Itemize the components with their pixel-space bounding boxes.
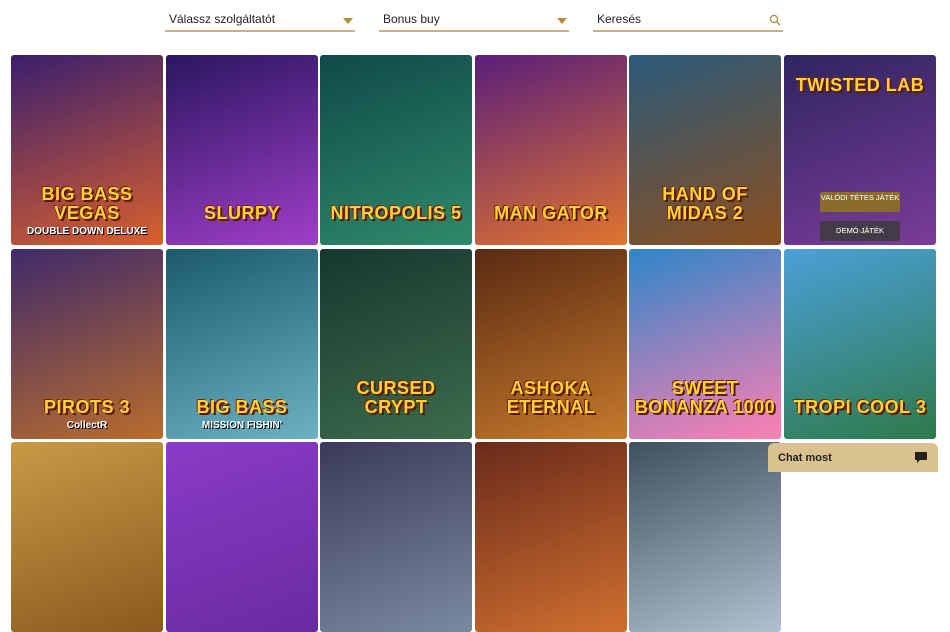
game-tile[interactable]	[11, 442, 163, 632]
game-title: CURSED CRYPT	[356, 378, 436, 418]
game-tile[interactable]: NITROPOLIS 5	[320, 55, 472, 245]
search-placeholder: Keresés	[597, 12, 642, 26]
game-subtitle: DOUBLE DOWN DELUXE	[27, 226, 147, 237]
chat-button[interactable]: Chat most	[768, 443, 938, 472]
game-title: SLURPY	[203, 203, 280, 224]
game-tile[interactable]	[629, 442, 781, 632]
game-title: PIROTS 3	[43, 397, 131, 418]
game-tile[interactable]: BIG BASS MISSION FISHIN'	[166, 249, 318, 439]
game-tile[interactable]	[320, 442, 472, 632]
game-tile[interactable]: TWISTED LABRotoGridVALÓDI TÉTES JÁTÉKDEM…	[784, 55, 936, 245]
chevron-down-icon	[557, 18, 567, 24]
category-select[interactable]: Bonus buy	[379, 8, 569, 32]
game-subtitle: MISSION FISHIN'	[201, 420, 283, 431]
game-title: HAND OF MIDAS 2	[662, 184, 748, 224]
game-title: MAN GATOR	[494, 203, 608, 224]
game-title: BIG BASS VEGAS	[41, 184, 133, 224]
game-tile[interactable]: MAN GATOR	[475, 55, 627, 245]
game-title: SWEET BONANZA 1000	[634, 378, 776, 418]
provider-select-label: Válassz szolgáltatót	[169, 12, 276, 26]
game-tile[interactable]	[166, 442, 318, 632]
game-subtitle: CollectR	[66, 420, 108, 431]
game-tile[interactable]: SWEET BONANZA 1000	[629, 249, 781, 439]
chevron-down-icon	[343, 18, 353, 24]
game-title: TROPI COOL 3	[793, 397, 927, 418]
filter-bar: Válassz szolgáltatót Bonus buy Keresés	[0, 8, 950, 38]
game-title: TWISTED LAB	[795, 75, 925, 96]
search-icon	[769, 14, 781, 26]
game-tile[interactable]: TROPI COOL 3	[784, 249, 936, 439]
play-real-button[interactable]: VALÓDI TÉTES JÁTÉK	[820, 192, 900, 212]
game-tile[interactable]: HAND OF MIDAS 2	[629, 55, 781, 245]
game-tile[interactable]: ASHOKA ETERNAL	[475, 249, 627, 439]
game-tile[interactable]	[475, 442, 627, 632]
chat-bubble-icon	[915, 452, 927, 463]
play-demo-button[interactable]: DEMÓ JÁTÉK	[820, 221, 900, 241]
game-tile[interactable]: SLURPY	[166, 55, 318, 245]
game-title: ASHOKA ETERNAL	[506, 378, 596, 418]
category-select-label: Bonus buy	[383, 12, 440, 26]
search-input[interactable]: Keresés	[593, 8, 783, 32]
game-tile[interactable]: PIROTS 3 CollectR	[11, 249, 163, 439]
game-tile[interactable]: CURSED CRYPT	[320, 249, 472, 439]
provider-select[interactable]: Válassz szolgáltatót	[165, 8, 355, 32]
game-tile[interactable]: BIG BASS VEGAS DOUBLE DOWN DELUXE	[11, 55, 163, 245]
game-title: BIG BASS	[196, 397, 288, 418]
chat-label: Chat most	[778, 452, 832, 464]
game-title: NITROPOLIS 5	[330, 203, 462, 224]
